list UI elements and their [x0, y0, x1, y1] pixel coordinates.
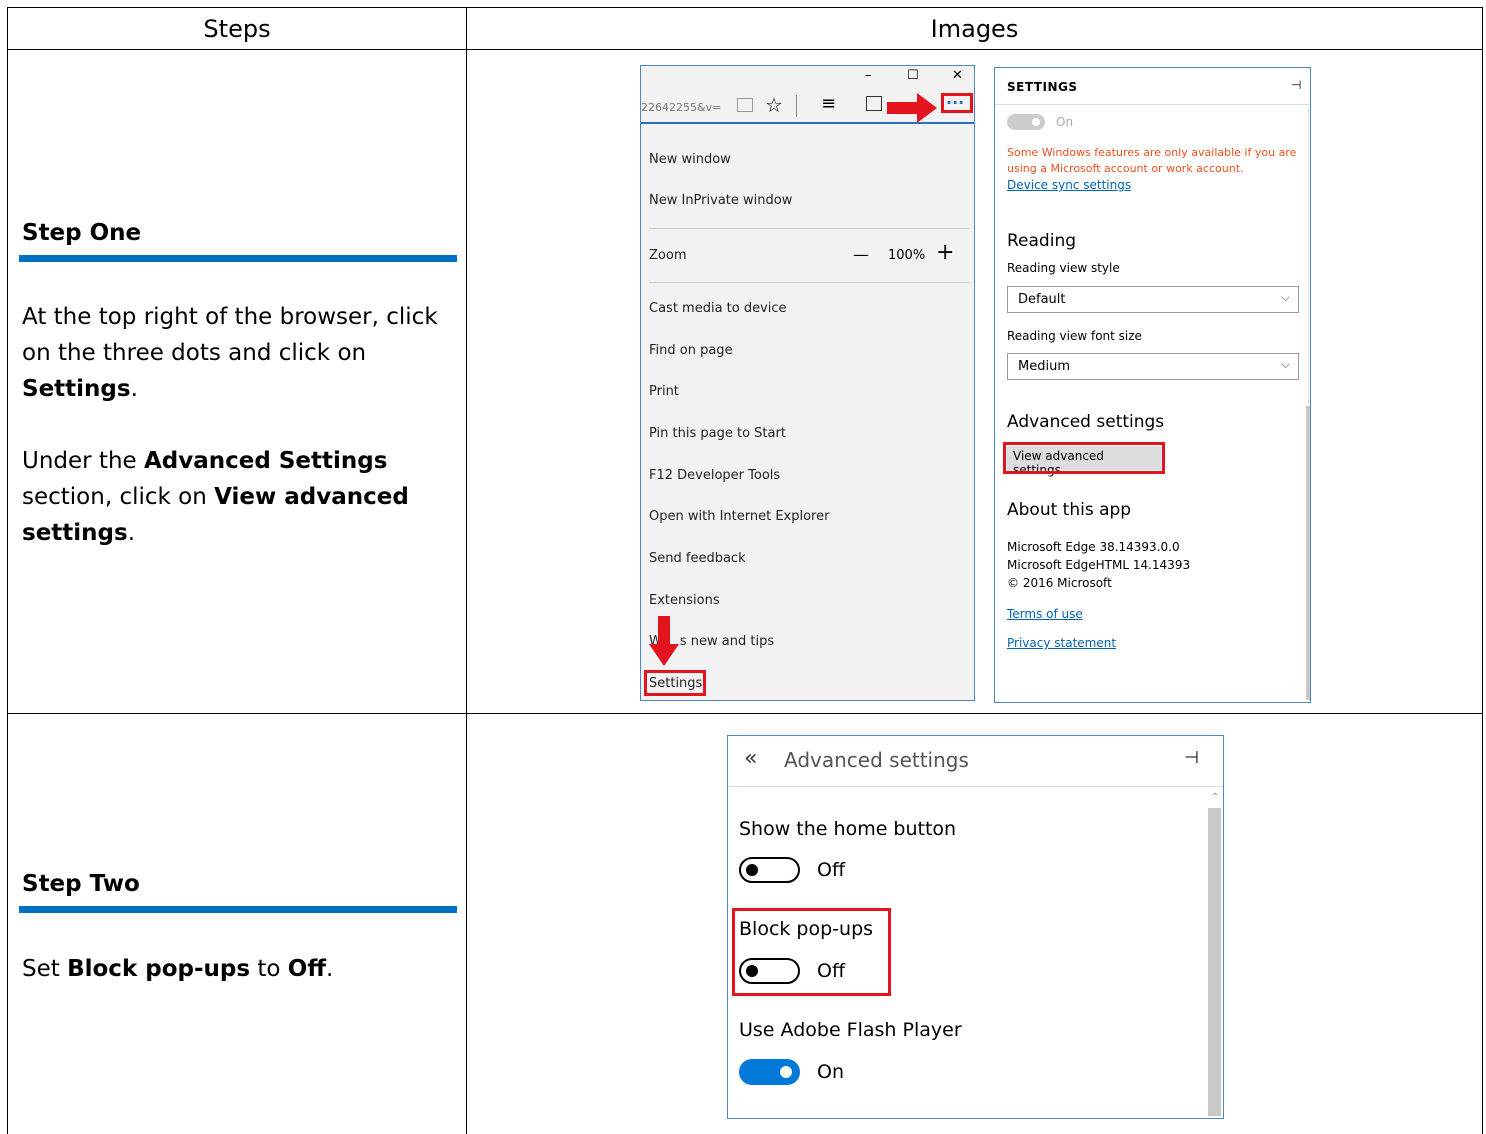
- menu-print[interactable]: Print: [649, 384, 679, 399]
- reading-style-label: Reading view style: [1007, 261, 1120, 275]
- device-sync-link[interactable]: Device sync settings: [1007, 178, 1131, 192]
- step-two-rule: [19, 906, 457, 913]
- sync-toggle[interactable]: [1007, 114, 1045, 130]
- zoom-in-button[interactable]: +: [936, 240, 954, 265]
- reading-style-dropdown[interactable]: Default ⌵: [1007, 286, 1299, 313]
- zoom-value: 100%: [888, 248, 926, 263]
- table-row-border: [7, 713, 1483, 714]
- zoom-out-button[interactable]: —: [853, 245, 869, 264]
- address-fragment: 22642255&v=: [641, 101, 722, 114]
- settings-title: SETTINGS: [1007, 80, 1078, 94]
- step-one-rule: [19, 255, 457, 262]
- table-left-border: [7, 7, 8, 1134]
- web-note-icon[interactable]: [866, 96, 882, 111]
- reading-heading: Reading: [1007, 231, 1077, 251]
- chevron-down-icon: ⌵: [1280, 357, 1290, 371]
- sync-toggle-label: On: [1056, 115, 1074, 129]
- settings-highlight: [644, 670, 706, 696]
- pin-icon[interactable]: ⊣: [1291, 78, 1301, 92]
- home-button-toggle[interactable]: [739, 857, 800, 883]
- step-one-heading: Step One: [22, 220, 142, 246]
- minimize-icon[interactable]: –: [865, 68, 872, 83]
- menu-zoom: Zoom: [649, 248, 687, 263]
- menu-f12[interactable]: F12 Developer Tools: [649, 468, 780, 483]
- menu-separator: [649, 228, 969, 229]
- privacy-link[interactable]: Privacy statement: [1007, 636, 1116, 650]
- step-two-paragraph: Set Block pop-ups to Off.: [22, 956, 334, 982]
- red-arrow-right-icon: [887, 93, 937, 123]
- about-version-block: Microsoft Edge 38.14393.0.0 Microsoft Ed…: [1007, 538, 1190, 592]
- about-copyright: © 2016 Microsoft: [1007, 576, 1112, 590]
- flash-player-toggle[interactable]: [739, 1059, 800, 1085]
- step-one-paragraph-2: Under the Advanced Settings section, cli…: [22, 448, 409, 546]
- scroll-up-icon[interactable]: ⌃: [1211, 792, 1219, 803]
- browser-menu-screenshot: – ☐ ✕ 22642255&v= ☆ ≡ ··· New window New…: [640, 65, 975, 701]
- step-one-paragraph-1: At the top right of the browser, click o…: [22, 304, 438, 402]
- menu-feedback[interactable]: Send feedback: [649, 551, 746, 566]
- menu-open-ie[interactable]: Open with Internet Explorer: [649, 509, 829, 524]
- settings-top-divider: [995, 104, 1310, 105]
- advanced-settings-screenshot: « Advanced settings ⊣ Show the home butt…: [727, 735, 1224, 1119]
- home-button-state: Off: [817, 859, 846, 881]
- advanced-heading: Advanced settings: [1007, 412, 1165, 432]
- view-advanced-highlight: [1003, 442, 1165, 474]
- close-icon[interactable]: ✕: [952, 68, 963, 83]
- back-icon[interactable]: «: [744, 746, 757, 771]
- flash-player-state: On: [817, 1061, 844, 1083]
- advanced-top-divider: [728, 786, 1223, 787]
- menu-pin[interactable]: Pin this page to Start: [649, 426, 786, 441]
- window-titlebar: – ☐ ✕: [641, 66, 974, 88]
- about-heading: About this app: [1007, 500, 1132, 520]
- toolbar-divider: [796, 95, 797, 117]
- menu-new-inprivate[interactable]: New InPrivate window: [649, 193, 792, 208]
- favorite-star-icon[interactable]: ☆: [765, 93, 783, 117]
- terms-link[interactable]: Terms of use: [1007, 607, 1083, 621]
- reading-view-icon[interactable]: [737, 98, 753, 112]
- table-mid-border: [466, 7, 467, 1134]
- header-steps: Steps: [203, 15, 271, 43]
- about-edgehtml-version: Microsoft EdgeHTML 14.14393: [1007, 558, 1191, 572]
- browser-toolbar: 22642255&v= ☆ ≡ ···: [641, 90, 974, 124]
- menu-cast[interactable]: Cast media to device: [649, 301, 787, 316]
- menu-extensions[interactable]: Extensions: [649, 593, 720, 608]
- flash-player-label: Use Adobe Flash Player: [739, 1019, 962, 1041]
- home-button-label: Show the home button: [739, 818, 957, 840]
- advanced-scrollbar[interactable]: [1208, 808, 1221, 1116]
- sync-warning: Some Windows features are only available…: [1007, 146, 1297, 175]
- menu-separator: [649, 282, 969, 283]
- about-edge-version: Microsoft Edge 38.14393.0.0: [1007, 540, 1180, 554]
- table-right-border: [1482, 7, 1483, 1134]
- maximize-icon[interactable]: ☐: [907, 68, 919, 83]
- menu-find[interactable]: Find on page: [649, 343, 733, 358]
- header-images: Images: [930, 15, 1019, 43]
- settings-scrollbar[interactable]: [1306, 406, 1310, 700]
- chevron-down-icon: ⌵: [1280, 290, 1290, 304]
- more-menu-highlight: [941, 93, 973, 113]
- font-size-label: Reading view font size: [1007, 329, 1142, 343]
- block-popups-highlight: [732, 908, 891, 996]
- font-size-dropdown[interactable]: Medium ⌵: [1007, 353, 1299, 380]
- pin-icon[interactable]: ⊣: [1184, 748, 1199, 768]
- hub-icon[interactable]: ≡: [821, 93, 836, 114]
- settings-pane-screenshot: SETTINGS ⊣ On Some Windows features are …: [994, 67, 1311, 703]
- red-arrow-down-icon: [649, 616, 679, 666]
- settings-scroll-track: [1308, 108, 1309, 404]
- step-two-heading: Step Two: [22, 871, 140, 897]
- advanced-title: Advanced settings: [784, 748, 969, 772]
- menu-new-window[interactable]: New window: [649, 152, 731, 167]
